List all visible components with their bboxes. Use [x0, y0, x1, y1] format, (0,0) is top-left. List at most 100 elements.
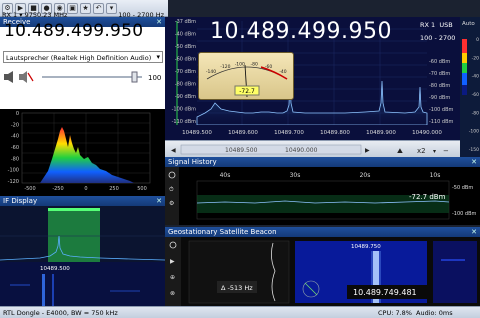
if-display[interactable]: 10489.500 [0, 206, 166, 306]
meter-scale-tick: -140 [206, 69, 216, 75]
level-tick: -40 [472, 74, 479, 80]
left-spectrum-x-tick: 0 [84, 186, 87, 192]
main-y-tick-left: -37 dBm [175, 19, 196, 25]
audio-device-label: Lautsprecher (Realtek High Definition Au… [6, 54, 152, 62]
history-settings-icon[interactable]: ⚙ [169, 200, 174, 207]
geo-beacon-title: Geostationary Satellite Beacon [168, 228, 277, 236]
left-spectrum-y-tick: -20 [11, 122, 19, 128]
left-spectrum-x-tick: -500 [24, 186, 35, 192]
left-spectrum-y-tick: -100 [8, 168, 19, 174]
main-rx-label: RX 1 USB [420, 21, 453, 29]
rx-range: 100 - 2700 Hz [118, 11, 164, 19]
frequency-scroll-bar[interactable]: ◀ 10489.500 10490.000 ▶ ⛰ x2 ▾ − [165, 140, 460, 157]
main-x-tick: 10489.600 [228, 130, 258, 136]
if-display-title: IF Display [3, 197, 38, 205]
level-sidebar: Auto 0 -20 -40 -60 -80 -100 -150 [460, 17, 480, 157]
status-device: RTL Dongle - E4000, BW = 750 kHz [3, 308, 118, 317]
mute-icon[interactable] [19, 71, 34, 83]
zoom-out-icon[interactable]: − [443, 147, 449, 155]
rx-label: RX 1 [2, 11, 18, 19]
history-x-tick: 20s [360, 172, 371, 179]
geo-play-icon[interactable]: ▶ [170, 258, 175, 265]
level-tick: -80 [472, 110, 479, 116]
left-spectrum-y-tick: -120 [8, 179, 19, 185]
meter-scale-tick: -100 [235, 61, 245, 67]
level-tick: -100 [469, 129, 479, 135]
geo-target-icon[interactable]: ⊕ [170, 274, 175, 281]
main-rx-text: RX 1 [420, 21, 436, 29]
history-y-tick: -100 dBm [452, 211, 477, 217]
meter-scale-tick: -40 [279, 69, 286, 75]
geo-beacon: ▶ ⊕ ⊗ Δ -513 Hz 10489.750 10.489.749.481 [165, 237, 480, 306]
close-icon[interactable]: ✕ [471, 228, 477, 236]
chevron-down-icon: ▾ [156, 53, 160, 61]
history-reading: -72.7 dBm [409, 193, 446, 201]
history-clock-icon[interactable]: ⏱ [169, 186, 174, 193]
history-x-tick: 10s [430, 172, 441, 179]
history-x-tick: 30s [290, 172, 301, 179]
left-spectrum-y-tick: -40 [11, 134, 19, 140]
scroll-left-icon[interactable]: ◀ [171, 147, 176, 154]
status-bar: RTL Dongle - E4000, BW = 750 kHz CPU: 7.… [0, 306, 480, 318]
beacon-freq-top: 10489.750 [351, 244, 381, 250]
left-spectrum-x-tick: 500 [137, 186, 147, 192]
main-y-tick-left: -60 dBm [175, 57, 196, 63]
if-display-header: IF Display ✕ [0, 196, 165, 206]
main-range: 100 - 2700 [420, 34, 456, 42]
close-icon[interactable]: ✕ [471, 158, 477, 166]
main-x-tick: 10489.500 [182, 130, 212, 136]
scroll-right-icon[interactable]: ▶ [365, 147, 370, 154]
volume-row: 100 [2, 70, 164, 84]
zoom-value[interactable]: x2 [417, 147, 426, 155]
volume-slider-thumb[interactable] [131, 71, 138, 83]
meter-scale-tick: -120 [220, 64, 230, 70]
meter-scale-tick: -80 [251, 61, 258, 67]
s-meter: -140 -120 -100 -80 -60 -40 -72.7 [198, 52, 294, 100]
if-passband[interactable] [48, 208, 100, 262]
main-y-tick-left: -90 dBm [175, 94, 196, 100]
receive-frequency[interactable]: 10.489.499.950 [4, 21, 143, 41]
nav-left-label: 10489.500 [225, 147, 258, 154]
geo-delta: Δ -513 Hz [221, 284, 253, 292]
main-y-tick-left: -100 dBm [172, 107, 197, 113]
left-spectrum-x-tick: -250 [52, 186, 63, 192]
main-y-tick-left: -40 dBm [175, 32, 196, 38]
history-x-tick: 40s [220, 172, 231, 179]
main-x-tick: 10489.700 [274, 130, 304, 136]
main-y-tick-left: -110 dBm [172, 119, 197, 125]
history-y-tick: -50 dBm [452, 185, 473, 191]
left-spectrum-y-tick: -60 [11, 145, 19, 151]
speaker-icon[interactable] [4, 71, 13, 83]
left-spectrum: 0 -20 -40 -60 -80 -100 -120 -500 -250 0 250 500 [0, 109, 165, 196]
main-frequency[interactable]: 10.489.499.950 [210, 19, 392, 44]
level-tick: 0 [476, 37, 479, 43]
rx-freq-small: 9750.23 MHz [24, 11, 68, 19]
main-y-tick-right: -70 dBm [429, 71, 450, 77]
signal-history-header: Signal History ✕ [165, 157, 480, 167]
main-y-tick-left: -70 dBm [175, 69, 196, 75]
volume-track[interactable] [42, 76, 142, 78]
auto-label[interactable]: Auto [462, 21, 475, 27]
meter-value: -72.7 [239, 88, 255, 95]
level-tick: -20 [472, 55, 479, 61]
beacon-frequency: 10.489.749.481 [353, 288, 417, 297]
signal-history-title: Signal History [168, 158, 217, 166]
main-y-tick-right: -60 dBm [429, 59, 450, 65]
close-icon[interactable]: ✕ [156, 197, 162, 205]
main-x-tick: 10489.800 [320, 130, 350, 136]
chevron-down-icon[interactable]: ▾ [433, 148, 436, 155]
if-freq-label: 10489.500 [40, 266, 70, 272]
geo-settings-icon[interactable]: ⊗ [170, 290, 175, 297]
level-tick: -60 [472, 92, 479, 98]
status-audio: Audio: 0ms [416, 308, 453, 317]
main-x-tick: 10490.000 [412, 130, 442, 136]
meter-scale-tick: -60 [265, 64, 272, 70]
main-y-tick-right: -110 dBm [429, 119, 454, 125]
main-y-tick-right: -100 dBm [429, 107, 454, 113]
volume-value: 100 [148, 74, 161, 82]
signal-history: ⏱ ⚙ 40s 30s 20s 10s -50 dBm -100 dBm -72.7 d… [165, 167, 480, 225]
main-y-tick-left: -80 dBm [175, 82, 196, 88]
mode-usb[interactable]: USB [439, 21, 452, 29]
panorama-icon[interactable]: ⛰ [397, 147, 403, 155]
audio-device-select[interactable]: Lautsprecher (Realtek High Definition Au… [3, 51, 163, 63]
